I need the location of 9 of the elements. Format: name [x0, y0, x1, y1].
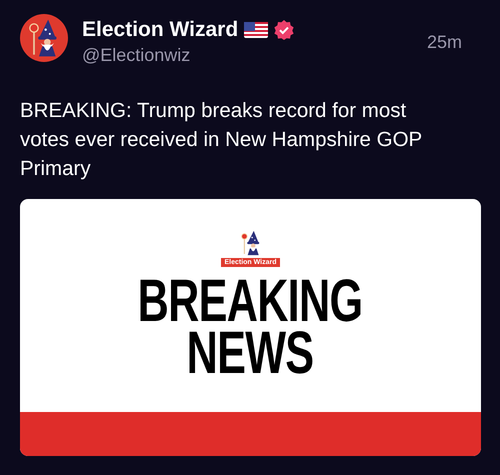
post-text: BREAKING: Trump breaks record for most votes ever received in New Hampshire GOP Primary [20, 98, 423, 182]
post-time: 25m [426, 32, 462, 53]
wizard-logo-icon [240, 229, 262, 257]
avatar[interactable] [20, 14, 68, 62]
author-handle[interactable]: @Electionwiz [82, 45, 413, 66]
headline-line: NEWS [187, 327, 314, 379]
flag-icon [244, 22, 268, 38]
headline-line: BREAKING [138, 275, 363, 327]
author-name[interactable]: Election Wizard [82, 18, 238, 42]
